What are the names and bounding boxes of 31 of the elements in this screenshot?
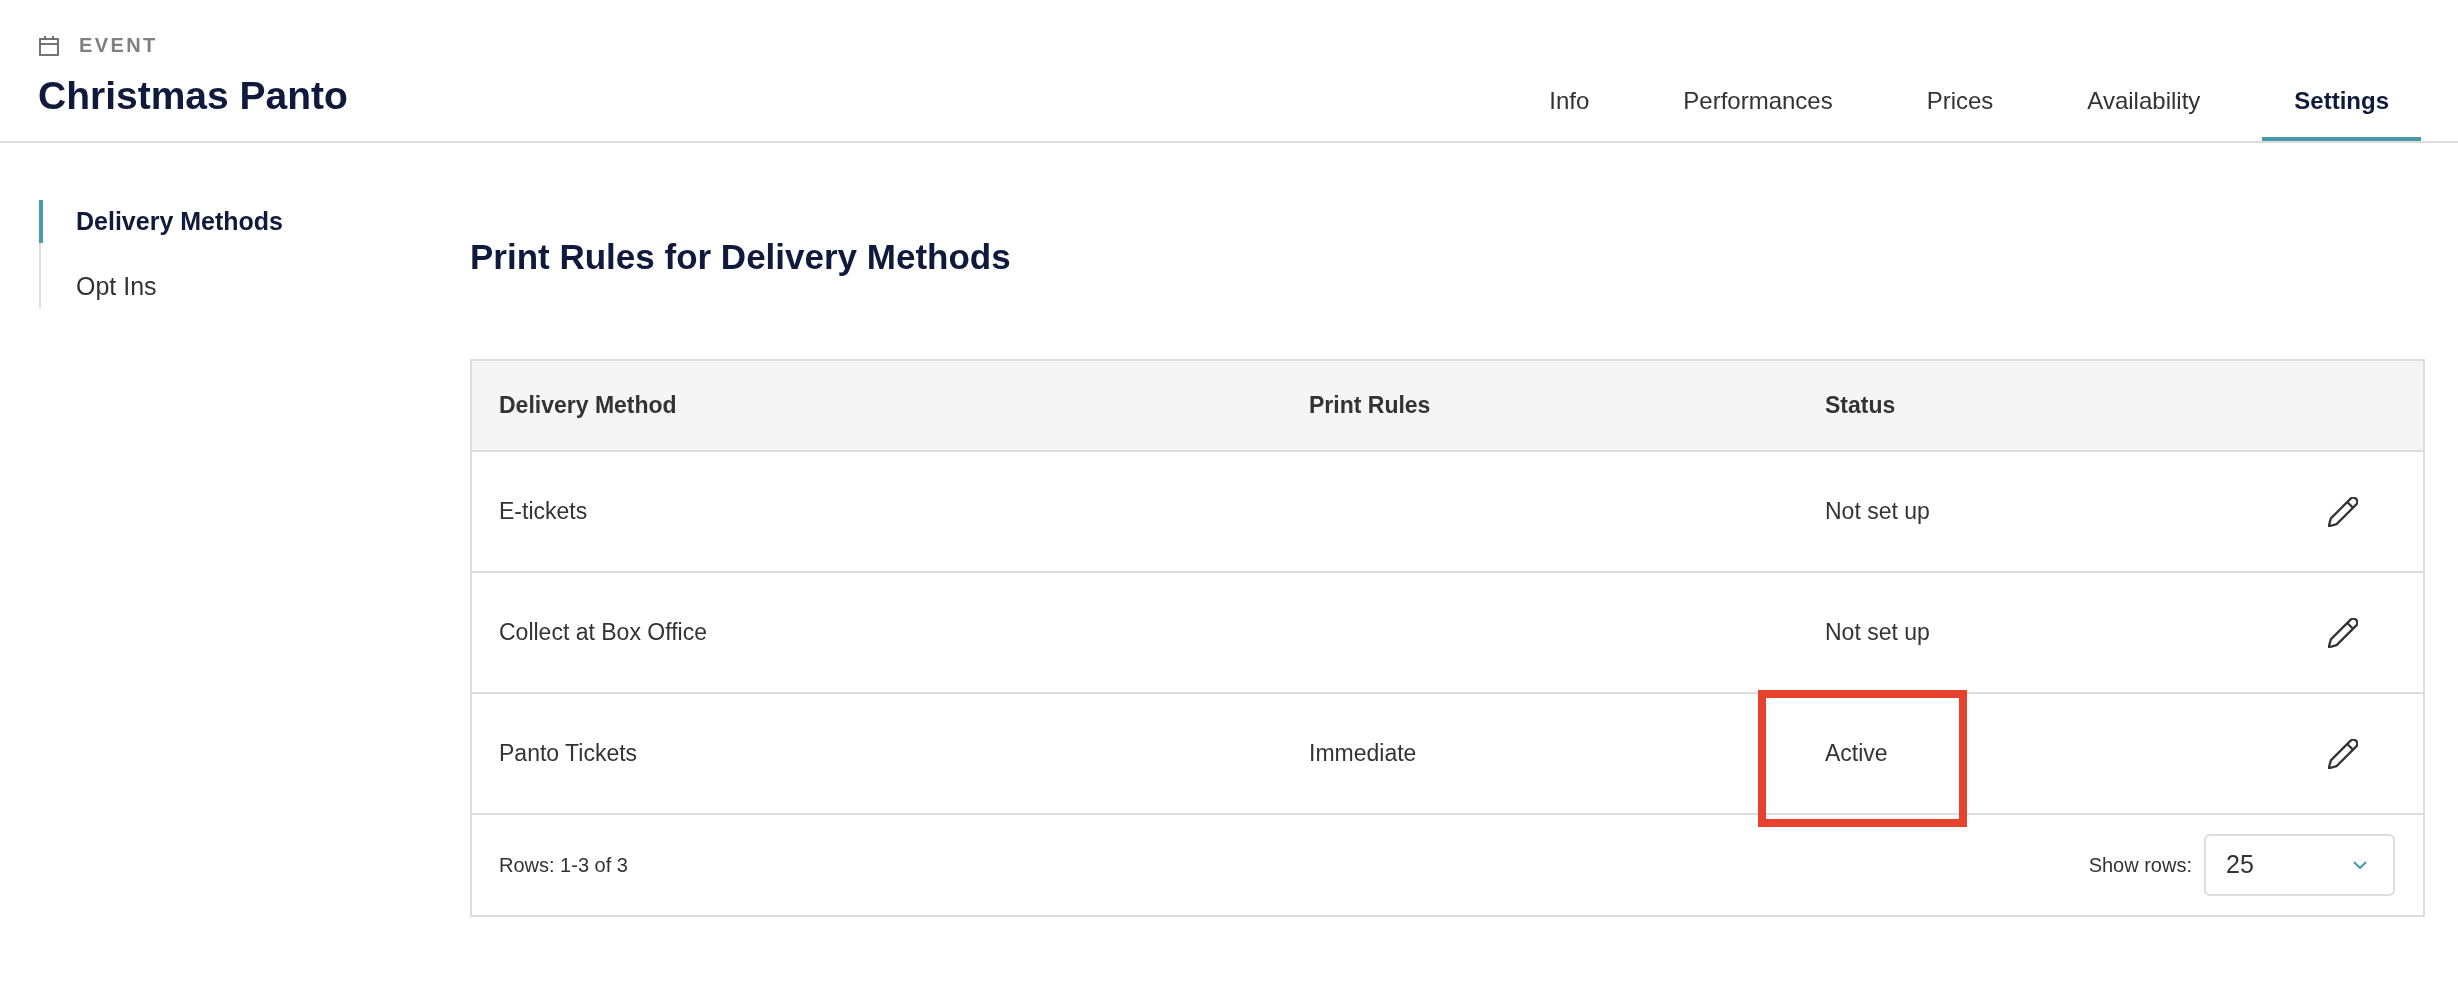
table-cell-text: Panto Tickets (499, 739, 638, 769)
rows-per-page-select[interactable]: 25 (2204, 834, 2395, 896)
tab[interactable]: Performances (1651, 85, 1865, 141)
chevron-down-icon (2353, 861, 2367, 869)
table-cell-text: Not set up (1825, 618, 1930, 648)
table-cell-text: Active (1825, 739, 1888, 769)
column-header: Print Rules (1309, 391, 1431, 421)
edit-button[interactable] (2328, 617, 2358, 648)
show-rows-label: Show rows: (2088, 853, 2192, 878)
sidebar-item[interactable]: Opt Ins (39, 265, 161, 308)
page-title: Christmas Panto (38, 73, 348, 119)
column-header: Status (1825, 391, 1896, 421)
section-heading: Print Rules for Delivery Methods (470, 236, 1012, 278)
table-cell-text: Not set up (1825, 497, 1930, 527)
pencil-icon (2328, 617, 2358, 648)
rows-count-text: Rows: 1-3 of 3 (499, 853, 628, 878)
tab[interactable]: Settings (2262, 85, 2421, 141)
tab[interactable]: Info (1517, 85, 1622, 141)
sidebar-item[interactable]: Delivery Methods (39, 200, 287, 243)
edit-button[interactable] (2328, 738, 2358, 769)
table-cell-text: E-tickets (499, 497, 588, 527)
pencil-icon (2328, 496, 2358, 527)
edit-button[interactable] (2328, 496, 2358, 527)
table-cell-text: Immediate (1309, 739, 1417, 769)
calendar-icon (39, 34, 59, 56)
event-type-label: EVENT (79, 33, 158, 58)
tab[interactable]: Availability (2055, 85, 2233, 141)
table-cell-text: Collect at Box Office (499, 618, 707, 648)
pencil-icon (2328, 738, 2358, 769)
column-header: Delivery Method (499, 391, 677, 421)
tab[interactable]: Prices (1894, 85, 2026, 141)
